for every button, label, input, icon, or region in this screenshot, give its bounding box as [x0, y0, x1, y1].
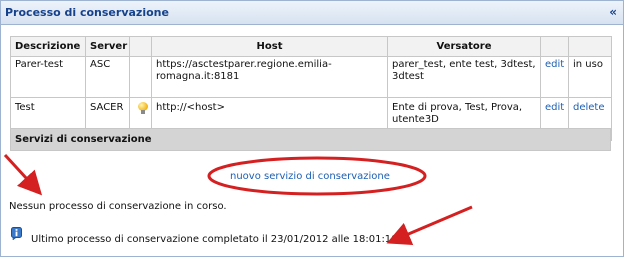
annotation-arrow-left: [3, 153, 43, 196]
annotation-arrow-bottom: [386, 205, 473, 246]
highlight-ellipse: [207, 156, 427, 196]
annotation-overlay: [3, 153, 473, 246]
